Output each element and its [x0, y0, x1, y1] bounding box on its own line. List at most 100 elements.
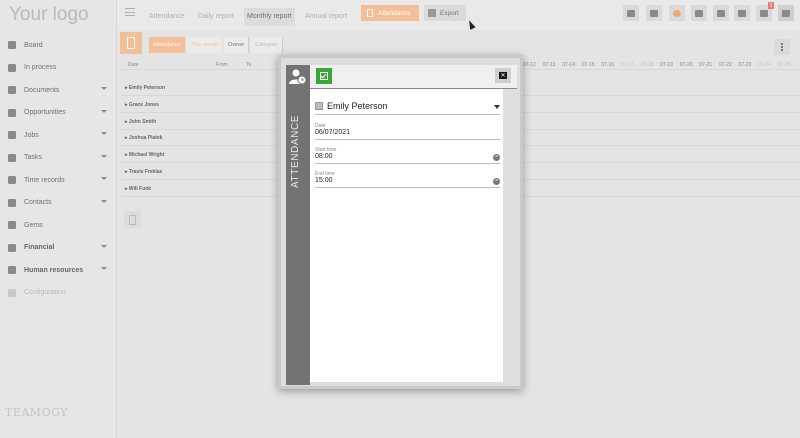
table-row[interactable]: ▸ John Smith — [125, 119, 156, 125]
day-column-header: 07-18 — [640, 62, 654, 68]
sidebar-item-human-resources[interactable]: Human resources — [0, 259, 117, 282]
day-column-header: 07-23 — [738, 62, 752, 68]
table-row[interactable]: ▸ Emily Peterson — [125, 85, 165, 91]
notifications-button[interactable]: 1 — [756, 2, 774, 21]
chevron-down-icon[interactable] — [101, 109, 107, 113]
dollar-icon — [6, 242, 18, 254]
sidebar-item-in-process[interactable]: In process — [0, 57, 117, 80]
bell-icon — [760, 9, 768, 17]
sidebar-item-label: Jobs — [24, 131, 39, 139]
close-button[interactable]: ✕ — [495, 68, 511, 83]
day-column-header: 07-19 — [660, 62, 673, 68]
row-person-name: Emily Peterson — [128, 85, 166, 91]
sidebar-item-time-records[interactable]: Time records — [0, 169, 117, 192]
chevron-down-icon[interactable] — [101, 177, 107, 180]
export-button[interactable]: Export — [424, 5, 466, 21]
day-column-header: 07-25 — [777, 62, 791, 68]
day-column-header: 07-24 — [758, 62, 771, 68]
filter-period[interactable]: This month — [186, 37, 223, 53]
attendance-icon — [367, 9, 373, 17]
attendance-button[interactable]: Attendance — [361, 5, 419, 21]
sidebar-item-financial[interactable]: Financial — [0, 237, 117, 260]
sidebar-item-documents[interactable]: Documents — [0, 79, 117, 102]
person-select-value: Emily Peterson — [327, 101, 388, 111]
day-column-header: 07-14 — [562, 62, 575, 68]
end-time-value[interactable]: 15:00 — [315, 177, 333, 184]
save-button[interactable] — [316, 68, 332, 84]
notes-button[interactable] — [646, 5, 662, 21]
date-field[interactable]: Date 06/07/2021 — [315, 123, 500, 140]
clock-icon — [6, 174, 18, 186]
end-time-field[interactable]: End time 15:00 × — [315, 171, 500, 188]
table-row[interactable]: ▸ Will Funk — [125, 186, 151, 192]
chevron-down-icon[interactable] — [101, 267, 107, 270]
date-value[interactable]: 06/07/2021 — [315, 129, 350, 136]
sidebar-item-board[interactable]: Board — [0, 34, 117, 57]
save-check-icon — [320, 72, 328, 80]
video-button[interactable] — [713, 5, 729, 21]
row-person-name: Joshua Platek — [128, 135, 163, 142]
sidebar-item-jobs[interactable]: Jobs — [0, 124, 117, 147]
timer-button[interactable] — [669, 5, 685, 21]
person-select[interactable]: Emily Peterson — [315, 98, 500, 115]
user-avatar-button[interactable] — [778, 5, 794, 21]
sidebar-item-label: Tasks — [24, 154, 42, 162]
app-logo[interactable]: Your logo — [9, 4, 89, 26]
print-icon — [695, 9, 703, 17]
start-time-value[interactable]: 08:00 — [315, 153, 333, 160]
attendance-button-label: Attendance — [378, 9, 411, 17]
chevron-down-icon[interactable] — [101, 154, 107, 158]
chevron-down-icon[interactable] — [101, 244, 107, 248]
chat-button[interactable] — [734, 5, 750, 21]
sidebar-item-label: Board — [24, 41, 43, 49]
day-column-header: 07-13 — [542, 62, 556, 68]
sidebar-item-label: Financial — [24, 244, 55, 252]
tab-attendance[interactable]: Attendance — [149, 13, 184, 20]
export-button-label: Export — [440, 9, 459, 17]
sidebar-item-label: Configuration — [24, 289, 66, 297]
filter-category[interactable]: Category — [251, 37, 283, 53]
chevron-down-icon[interactable] — [101, 87, 107, 90]
menu-toggle-icon[interactable] — [125, 8, 135, 16]
avatar-icon — [782, 9, 790, 17]
day-column-header: 07-12 — [523, 62, 536, 68]
clear-end-time-icon[interactable]: × — [493, 178, 500, 185]
start-time-field[interactable]: Start time 08:00 × — [315, 147, 500, 164]
chevron-down-icon[interactable] — [101, 199, 107, 203]
table-row[interactable]: ▸ Grace Jones — [125, 102, 159, 108]
sidebar-item-contacts[interactable]: Contacts — [0, 192, 117, 215]
sidebar-item-label: Opportunities — [24, 109, 66, 117]
chevron-down-icon[interactable] — [101, 132, 107, 135]
modal-side-panel: ATTENDANCE — [286, 65, 310, 385]
tab-monthly-report[interactable]: Monthly report — [244, 8, 295, 26]
day-column-header: 07-20 — [679, 62, 693, 68]
table-row[interactable]: ▸ Travis Freklas — [125, 169, 162, 175]
sidebar-item-configuration[interactable]: Configuration — [0, 282, 117, 305]
video-icon — [717, 9, 725, 17]
sidebar-item-opportunities[interactable]: Opportunities — [0, 102, 117, 125]
clear-start-time-icon[interactable]: × — [493, 154, 500, 161]
process-icon — [6, 62, 18, 74]
tab-daily-report[interactable]: Daily report — [198, 13, 234, 20]
tasks-icon — [6, 152, 18, 164]
add-button[interactable] — [623, 5, 639, 21]
row-person-name: Grace Jones — [128, 101, 159, 108]
table-row[interactable]: ▸ Michael Wright — [125, 152, 164, 158]
table-row[interactable]: ▸ Joshua Platek — [125, 135, 163, 141]
modal-title: ATTENDANCE — [290, 114, 301, 188]
row-person-name: John Smith — [128, 118, 157, 125]
tab-annual-report[interactable]: Annual report — [305, 13, 347, 20]
column-from: From — [216, 62, 228, 68]
chat-icon — [738, 9, 746, 17]
notification-badge: 1 — [768, 2, 774, 9]
sidebar-item-gems[interactable]: Gems — [0, 214, 117, 237]
row-person-name: Travis Freklas — [128, 169, 163, 175]
print-button[interactable] — [691, 5, 707, 21]
note-icon — [650, 9, 658, 17]
plus-icon — [627, 9, 635, 17]
filter-owner[interactable]: Owner — [224, 37, 250, 53]
sidebar-item-tasks[interactable]: Tasks — [0, 147, 117, 170]
chevron-down-icon[interactable] — [494, 105, 500, 109]
filter-attendance[interactable]: Attendance — [149, 37, 185, 53]
more-options-button[interactable] — [774, 39, 790, 55]
